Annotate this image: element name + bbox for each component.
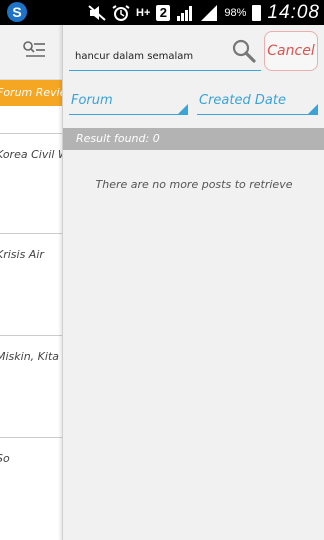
search-row: Cancel [63,25,324,80]
result-count-bar: Result found: 0 [63,128,324,150]
signal-icon [177,5,193,21]
empty-results-message: There are no more posts to retrieve [95,178,293,191]
search-panel: Cancel Forum Created Date Result found: … [62,25,324,540]
dropdown-triangle-icon [308,104,318,114]
clock: 14:08 [267,1,320,23]
forum-filter-label: Forum [71,93,113,108]
search-input[interactable] [75,45,225,67]
dropdown-triangle-icon [178,104,188,114]
search-box [69,35,261,71]
battery-icon [252,4,262,21]
forum-filter-dropdown[interactable]: Forum [69,91,188,115]
created-date-filter-label: Created Date [199,93,286,108]
alarm-icon [112,4,130,21]
created-date-filter-dropdown[interactable]: Created Date [197,91,318,115]
sim-icon: 2 [156,4,171,21]
app-icon: S [7,2,27,22]
search-filter-icon[interactable] [22,40,46,62]
filter-row: Forum Created Date [63,91,324,115]
signal-icon [201,4,218,21]
search-icon[interactable] [231,38,257,64]
status-icons: H+ 2 98% 14:08 [88,0,320,25]
status-bar: S H+ 2 98% 14:08 [0,0,324,25]
network-type-indicator: H+ [136,6,151,19]
mute-icon [88,4,106,21]
battery-percent: 98% [224,6,247,19]
cancel-button[interactable]: Cancel [264,31,318,71]
